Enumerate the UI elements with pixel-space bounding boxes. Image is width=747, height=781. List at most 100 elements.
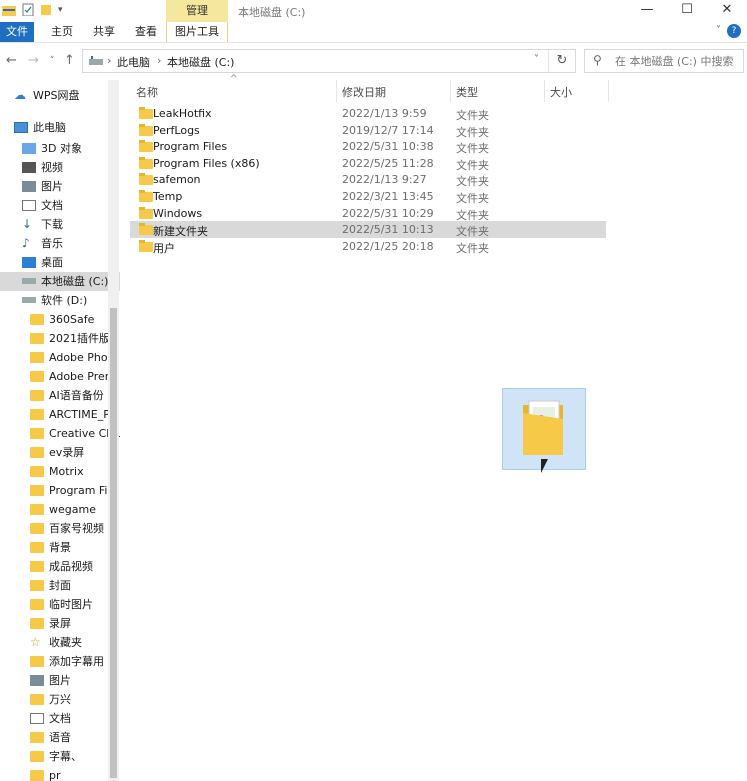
sidebar-item[interactable]: 2021插件版: [30, 329, 110, 348]
breadcrumb-this-pc[interactable]: 此电脑: [117, 54, 150, 70]
sidebar-item[interactable]: 成品视频: [30, 557, 93, 576]
minimize-button[interactable]: —: [627, 0, 667, 22]
file-row[interactable]: PerfLogs 2019/12/7 17:14 文件夹: [130, 122, 606, 139]
file-name: 用户: [153, 241, 175, 255]
sidebar-item-label: 文档: [41, 199, 63, 212]
breadcrumb-local-disk[interactable]: 本地磁盘 (C:): [167, 54, 234, 70]
folder-icon: [139, 123, 153, 136]
scrollbar-thumb[interactable]: [110, 308, 117, 778]
file-row[interactable]: 新建文件夹 2022/5/31 10:13 文件夹: [130, 221, 606, 239]
sidebar-item[interactable]: ☁ WPS网盘: [14, 86, 80, 105]
sidebar-item[interactable]: 视频: [22, 158, 63, 177]
folder-icon: [30, 750, 44, 762]
recent-locations-icon[interactable]: ˅: [50, 56, 55, 66]
sidebar-item-label: 软件 (D:): [41, 294, 88, 307]
back-button[interactable]: ←: [6, 53, 17, 68]
file-row[interactable]: 用户 2022/1/25 20:18 文件夹: [130, 238, 606, 255]
file-row[interactable]: Program Files (x86) 2022/5/25 11:28 文件夹: [130, 155, 606, 172]
sidebar-item[interactable]: 文档: [22, 196, 63, 215]
tab-picture-tools[interactable]: 图片工具: [166, 22, 228, 42]
sidebar-item[interactable]: ♪ 音乐: [22, 234, 63, 253]
help-icon[interactable]: ?: [727, 24, 741, 38]
sidebar-item[interactable]: 背景: [30, 538, 71, 557]
mouse-cursor-icon: [541, 459, 548, 473]
up-button[interactable]: ↑: [64, 53, 75, 68]
sidebar-item[interactable]: AI语音备份: [30, 386, 104, 405]
sidebar-item[interactable]: ev录屏: [30, 443, 84, 462]
search-input[interactable]: [615, 52, 739, 70]
music-icon: ♪: [22, 235, 30, 250]
sidebar-item[interactable]: 语音: [30, 728, 71, 747]
sidebar-item[interactable]: 桌面: [22, 253, 63, 272]
sidebar-item[interactable]: Program File: [30, 481, 117, 500]
ribbon-expand-icon[interactable]: ˅: [716, 25, 721, 36]
column-divider[interactable]: [608, 80, 609, 102]
close-button[interactable]: ✕: [707, 0, 747, 22]
column-divider[interactable]: [336, 80, 337, 102]
sidebar-item[interactable]: Motrix: [30, 462, 84, 481]
tab-home[interactable]: 主页: [45, 22, 79, 42]
sidebar-item[interactable]: 本地磁盘 (C:): [0, 272, 120, 291]
desktop-icon: [22, 256, 36, 268]
tab-file[interactable]: 文件: [0, 22, 34, 42]
sidebar-item[interactable]: 360Safe: [30, 310, 94, 329]
refresh-button[interactable]: ↻: [548, 50, 575, 72]
sidebar-item[interactable]: 添加字幕用: [30, 652, 104, 671]
sidebar-item[interactable]: 字幕、: [30, 747, 82, 766]
column-divider[interactable]: [450, 80, 451, 102]
sidebar-item-label: pr: [49, 769, 61, 781]
sidebar-scrollbar[interactable]: [108, 80, 119, 781]
sidebar-item[interactable]: 封面: [30, 576, 71, 595]
sort-ascending-icon: ^: [230, 74, 238, 84]
sidebar-item[interactable]: ARCTIME_PR: [30, 405, 117, 424]
sidebar-item-label: 360Safe: [49, 313, 95, 326]
column-name[interactable]: 名称: [136, 84, 158, 100]
drive-icon: [22, 297, 36, 303]
properties-icon[interactable]: [22, 3, 34, 16]
file-row[interactable]: LeakHotfix 2022/1/13 9:59 文件夹: [130, 105, 606, 122]
document-icon: [30, 712, 44, 724]
context-tab-manage[interactable]: 管理: [166, 0, 228, 22]
sidebar-item[interactable]: 图片: [22, 177, 63, 196]
file-row[interactable]: Temp 2022/3/21 13:45 文件夹: [130, 188, 606, 205]
sidebar-item[interactable]: ↓ 下载: [22, 215, 63, 234]
column-size[interactable]: 大小: [550, 84, 572, 100]
file-modified: 2019/12/7 17:14: [342, 123, 434, 137]
tab-share[interactable]: 共享: [87, 22, 121, 42]
search-box: ⚲: [584, 49, 744, 73]
file-row[interactable]: Windows 2022/5/31 10:29 文件夹: [130, 205, 606, 222]
column-type[interactable]: 类型: [456, 84, 478, 100]
sidebar-item[interactable]: 文档: [30, 709, 71, 728]
address-bar[interactable]: › 此电脑 › 本地磁盘 (C:) ˅ ↻: [82, 49, 576, 73]
sidebar-item[interactable]: wegame: [30, 500, 96, 519]
tab-view[interactable]: 查看: [129, 22, 163, 42]
sidebar-item[interactable]: 图片: [30, 671, 71, 690]
sidebar-item-label: 桌面: [41, 256, 63, 269]
forward-button[interactable]: →: [28, 53, 39, 68]
sidebar-item[interactable]: 百家号视频: [30, 519, 104, 538]
sidebar-item-label: 封面: [49, 579, 71, 592]
sidebar-item[interactable]: Adobe Photo: [30, 348, 119, 367]
download-icon: ↓: [22, 216, 33, 231]
file-type: 文件夹: [456, 208, 489, 222]
sidebar-item[interactable]: 3D 对象: [22, 139, 82, 158]
column-headers: ^ 名称 修改日期 类型 大小: [130, 74, 610, 102]
sidebar-item[interactable]: 此电脑: [14, 118, 66, 137]
column-modified[interactable]: 修改日期: [342, 84, 386, 100]
sidebar-item[interactable]: pr: [30, 766, 61, 781]
sidebar-item[interactable]: Adobe Premi: [30, 367, 119, 386]
sidebar-item[interactable]: ☆ 收藏夹: [30, 633, 82, 652]
column-divider[interactable]: [544, 80, 545, 102]
sidebar-item[interactable]: 万兴: [30, 690, 71, 709]
address-dropdown-icon[interactable]: ˅: [534, 54, 539, 65]
file-row[interactable]: Program Files 2022/5/31 10:38 文件夹: [130, 138, 606, 155]
sidebar-item-label: 本地磁盘 (C:): [41, 275, 109, 288]
sidebar-item[interactable]: 软件 (D:): [22, 291, 87, 310]
maximize-button[interactable]: ☐: [667, 0, 707, 22]
file-row[interactable]: safemon 2022/1/13 9:27 文件夹: [130, 171, 606, 188]
sidebar-item[interactable]: Creative Clou: [30, 424, 120, 443]
new-folder-icon[interactable]: [40, 3, 52, 16]
sidebar-item[interactable]: 录屏: [30, 614, 71, 633]
qat-customize-icon[interactable]: ▾: [58, 5, 63, 15]
sidebar-item[interactable]: 临时图片: [30, 595, 93, 614]
